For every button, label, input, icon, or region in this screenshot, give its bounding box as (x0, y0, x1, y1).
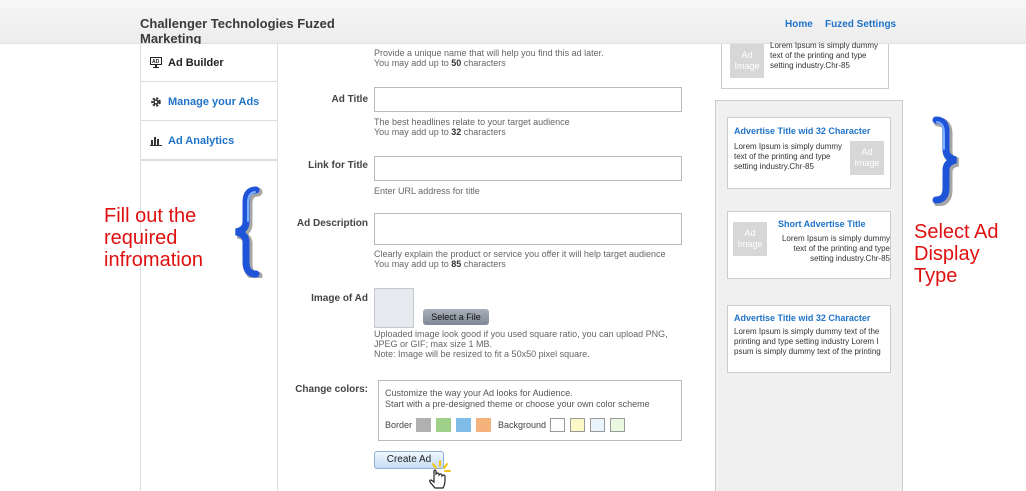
ad-image-placeholder: Ad Image (730, 44, 764, 78)
ad-type-option-top[interactable]: Ad Image Lorem Ipsum is simply dummy text… (721, 41, 889, 89)
right-brace-icon (932, 116, 960, 206)
ad-title-hint: The best headlines relate to your target… (374, 117, 570, 137)
sidebar-item-ad-builder[interactable]: AD Ad Builder (141, 44, 278, 82)
ad-title-label: Ad Title (331, 94, 368, 105)
ad-title-input[interactable] (374, 87, 682, 112)
image-hint: Uploaded image look good if you used squ… (374, 329, 668, 359)
sidebar-item-label: Ad Analytics (168, 134, 235, 147)
border-swatch[interactable] (456, 418, 472, 432)
annotation-fill-info: Fill out the required infromation (104, 205, 203, 271)
color-swatch-row: Border Background (385, 418, 630, 432)
ad-title-text: Advertise Title wid 32 Character (734, 313, 871, 323)
sidebar-item-label: Ad Builder (168, 56, 224, 69)
ad-body-text: Lorem Ipsum is simply dummy text of the … (734, 327, 881, 356)
border-swatch[interactable] (476, 418, 492, 432)
image-ad-label: Image of Ad (311, 293, 368, 304)
link-title-hint: Enter URL address for title (374, 186, 480, 196)
monitor-ad-icon: AD (149, 57, 163, 69)
color-scheme-description: Customize the way your Ad looks for Audi… (385, 388, 650, 409)
ad-type-option-2[interactable]: Ad Image Short Advertise Title Lorem Ipsu… (727, 211, 891, 279)
color-scheme-panel: Customize the way your Ad looks for Audi… (378, 380, 682, 441)
ad-title-text: Advertise Title wid 32 Character (734, 126, 871, 136)
top-bar: Challenger Technologies Fuzed Marketing … (0, 0, 1026, 46)
select-file-button[interactable]: Select a File (423, 309, 489, 325)
click-cursor-icon (429, 460, 451, 489)
border-swatch[interactable] (416, 418, 432, 432)
ad-body-text: Lorem Ipsum is simply dummy text of the … (781, 234, 890, 263)
border-swatch[interactable] (436, 418, 452, 432)
nav-fuzed-settings-link[interactable]: Fuzed Settings (825, 19, 896, 30)
gear-icon (149, 96, 163, 108)
sidebar-item-manage-ads[interactable]: Manage your Ads (141, 83, 278, 121)
background-label: Background (498, 420, 547, 430)
annotation-select-type: Select Ad Display Type (914, 221, 999, 287)
image-preview (374, 288, 414, 328)
bar-chart-icon (149, 135, 163, 147)
svg-text:AD: AD (152, 59, 160, 65)
ad-description-label: Ad Description (296, 218, 368, 229)
ad-name-hint: Provide a unique name that will help you… (374, 48, 604, 68)
ad-type-option-3[interactable]: Advertise Title wid 32 Character Lorem I… (727, 305, 891, 373)
left-brace-icon (235, 186, 263, 278)
ad-body-text: Lorem Ipsum is simply dummy text of the … (734, 142, 843, 171)
ad-type-panel: Advertise Title wid 32 Character Lorem I… (715, 100, 903, 491)
ad-description-textarea[interactable] (374, 213, 682, 245)
sidebar-item-ad-analytics[interactable]: Ad Analytics (141, 122, 278, 160)
sidebar-item-label: Manage your Ads (168, 95, 260, 108)
ad-image-placeholder: Ad Image (850, 141, 884, 175)
background-swatch[interactable] (610, 418, 626, 432)
ad-image-placeholder: Ad Image (733, 222, 767, 256)
change-colors-label: Change colors: (295, 384, 368, 395)
link-title-input[interactable] (374, 156, 682, 181)
border-label: Border (385, 420, 413, 430)
ad-body-text: Lorem Ipsum is simply dummy text of the … (770, 41, 879, 70)
ad-description-hint: Clearly explain the product or service y… (374, 249, 666, 269)
ad-title-text: Short Advertise Title (778, 219, 866, 229)
nav-home-link[interactable]: Home (785, 19, 813, 30)
sidebar-divider (141, 160, 278, 161)
background-swatch[interactable] (550, 418, 566, 432)
ad-type-option-1[interactable]: Advertise Title wid 32 Character Lorem I… (727, 117, 891, 189)
link-title-label: Link for Title (308, 160, 368, 171)
background-swatch[interactable] (570, 418, 586, 432)
brand-title: Challenger Technologies Fuzed Marketing (140, 16, 335, 46)
background-swatch[interactable] (590, 418, 606, 432)
